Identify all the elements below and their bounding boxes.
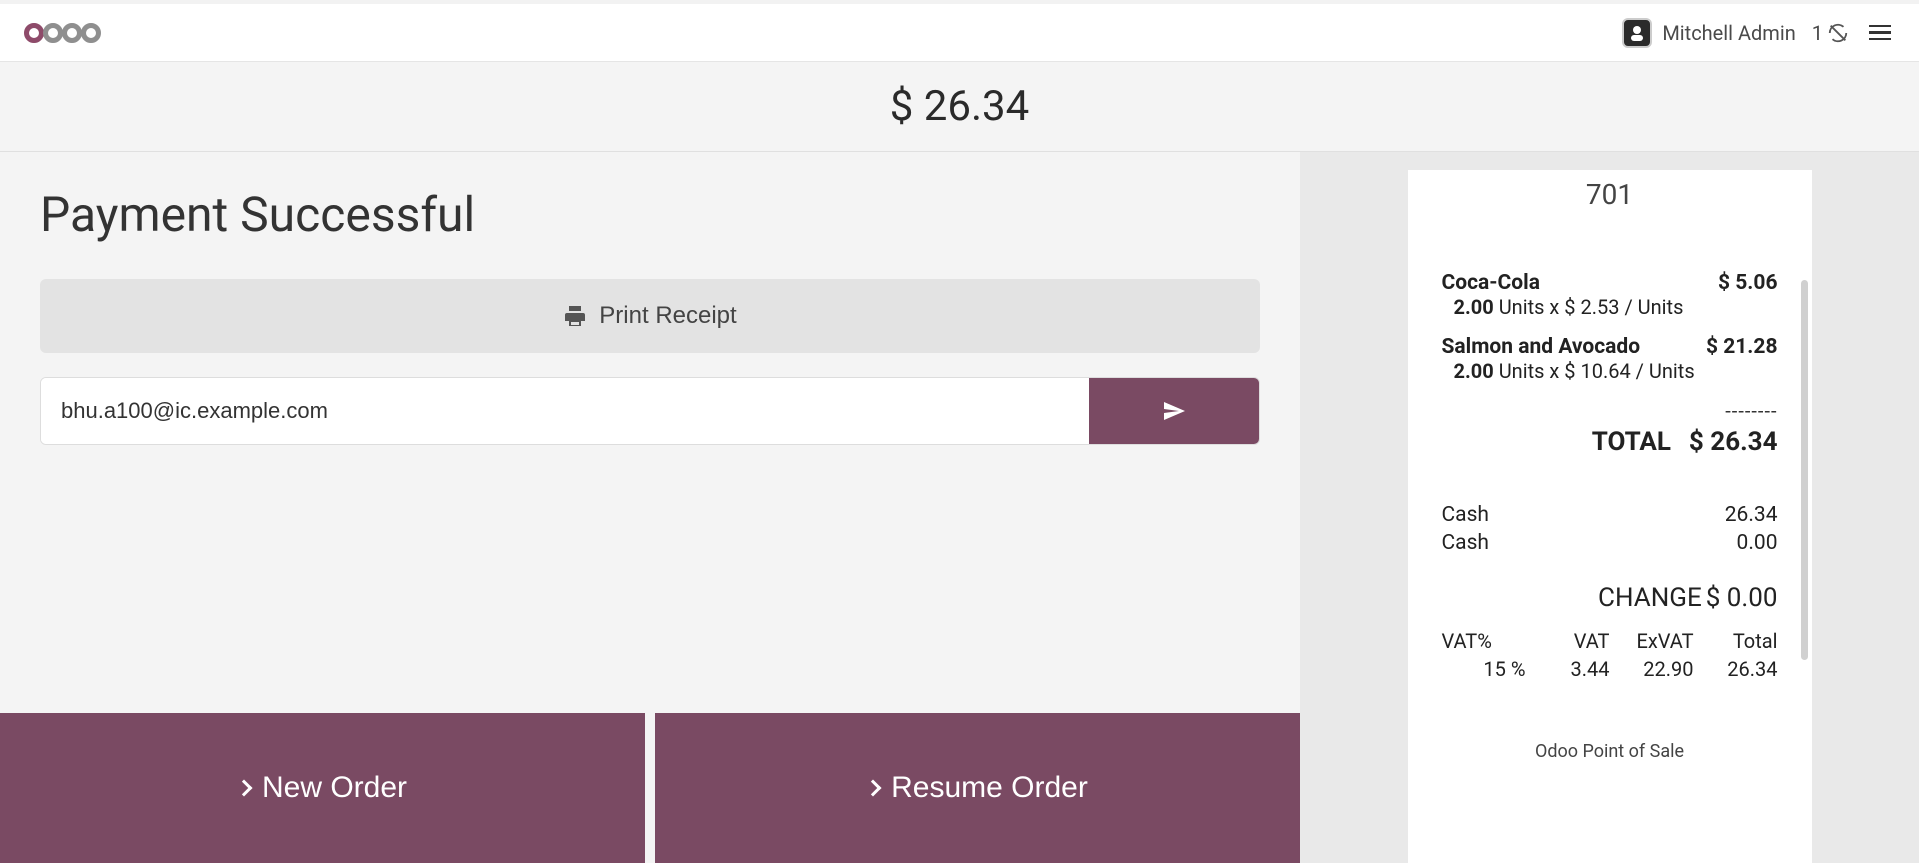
tax-v3: 22.90 [1610,657,1694,681]
odoo-logo[interactable] [24,23,100,43]
payment-value: 26.34 [1725,503,1778,527]
item-price: $ 21.28 [1706,335,1778,359]
print-receipt-button[interactable]: Print Receipt [40,279,1260,353]
receipt-footer: Odoo Point of Sale [1442,741,1778,762]
item-name: Salmon and Avocado [1442,335,1641,359]
print-icon [563,304,587,328]
item-name: Coca-Cola [1442,271,1540,295]
hamburger-menu-icon[interactable] [1865,21,1895,45]
item-qty: 2.00 [1454,295,1494,319]
tax-h4: Total [1694,629,1778,653]
item-qty: 2.00 [1454,359,1494,383]
print-label: Print Receipt [599,302,736,330]
email-input[interactable] [41,378,1089,444]
new-order-label: New Order [262,771,407,805]
receipt-panel: 701 Coca-Cola $ 5.06 2.00 Units x $ 2.53… [1300,152,1919,863]
tax-h1: VAT% [1442,629,1526,653]
line-item: Coca-Cola $ 5.06 2.00 Units x $ 2.53 / U… [1442,271,1778,319]
payment-method: Cash [1442,503,1490,527]
user-menu[interactable]: Mitchell Admin [1622,18,1795,48]
chevron-right-icon [235,780,252,797]
tax-v1: 15 % [1442,657,1526,681]
change-label: CHANGE [1598,583,1702,613]
change-value: $ 0.00 [1706,583,1778,613]
total-value: $ 26.34 [1689,427,1778,457]
send-icon [1162,399,1186,423]
chevron-right-icon [865,780,882,797]
resume-order-button[interactable]: Resume Order [655,713,1300,863]
left-panel: Payment Successful Print Receipt New Ord… [0,152,1300,863]
tax-v4: 26.34 [1694,657,1778,681]
item-price: $ 5.06 [1718,271,1778,295]
total-label: TOTAL [1592,427,1671,457]
email-row [40,377,1260,445]
send-email-button[interactable] [1089,378,1259,444]
user-name: Mitchell Admin [1662,21,1795,45]
tax-v2: 3.44 [1526,657,1610,681]
tax-h3: ExVAT [1610,629,1694,653]
item-unit: Units x $ 10.64 / Units [1499,359,1695,383]
sync-count: 1 [1812,21,1823,45]
payment-row: Cash 26.34 [1442,503,1778,527]
sync-status[interactable]: 1 [1812,21,1849,45]
payment-row: Cash 0.00 [1442,531,1778,555]
sync-off-icon [1827,22,1849,44]
line-item: Salmon and Avocado $ 21.28 2.00 Units x … [1442,335,1778,383]
avatar [1622,18,1652,48]
resume-order-label: Resume Order [891,771,1088,805]
new-order-button[interactable]: New Order [0,713,645,863]
item-unit: Units x $ 2.53 / Units [1499,295,1684,319]
amount-total: $ 26.34 [0,62,1919,152]
scrollbar[interactable] [1801,280,1808,660]
separator: -------- [1442,399,1778,423]
tax-h2: VAT [1526,629,1610,653]
receipt-number: 701 [1442,178,1778,211]
page-title: Payment Successful [40,186,1260,243]
payment-method: Cash [1442,531,1490,555]
receipt: 701 Coca-Cola $ 5.06 2.00 Units x $ 2.53… [1408,170,1812,863]
top-bar: Mitchell Admin 1 [0,0,1919,62]
tax-table: VAT% VAT ExVAT Total 15 % 3.44 22.90 26.… [1442,629,1778,681]
payment-value: 0.00 [1737,531,1778,555]
